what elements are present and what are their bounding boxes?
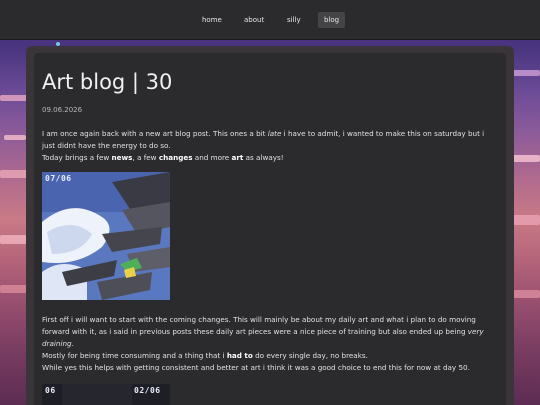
daily-art-image-0706: 07/06 — [42, 172, 170, 300]
body-paragraph: First off i will want to start with the … — [42, 315, 484, 372]
nav-link-blog[interactable]: blog — [318, 12, 346, 28]
art-date-label: 07/06 — [45, 174, 72, 183]
post-date: 09.06.2026 — [42, 106, 83, 114]
daily-art-image-0206: 06 02/06 — [42, 384, 170, 405]
art2-left-label: 06 — [45, 386, 56, 395]
intro-paragraph: I am once again back with a new art blog… — [42, 129, 485, 162]
top-navbar: home about silly blog — [0, 0, 540, 40]
nav-link-about[interactable]: about — [238, 12, 270, 28]
nav-link-home[interactable]: home — [196, 12, 228, 28]
post-title: Art blog | 30 — [42, 70, 173, 94]
art2-date-label: 02/06 — [134, 386, 161, 395]
nav-link-silly[interactable]: silly — [281, 12, 307, 28]
